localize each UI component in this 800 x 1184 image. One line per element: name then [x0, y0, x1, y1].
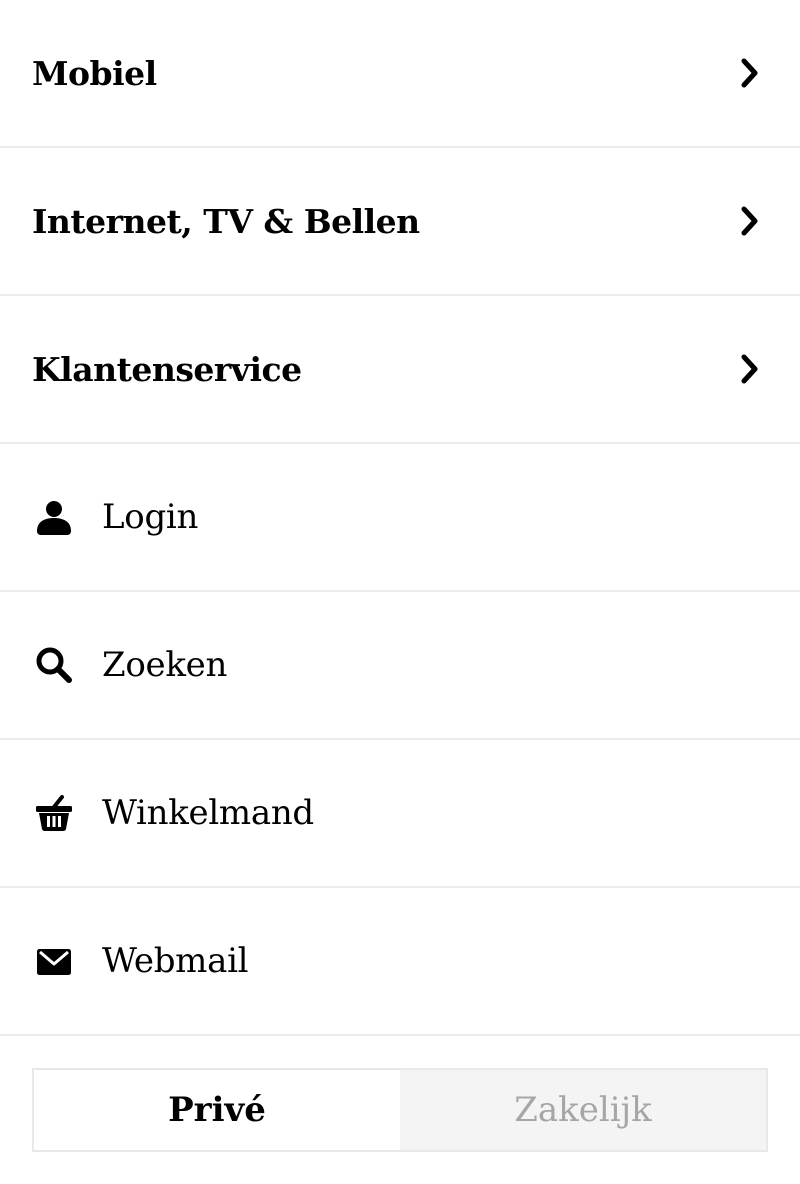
search-icon	[32, 643, 76, 687]
menu-item-login[interactable]: Login	[0, 444, 800, 592]
chevron-right-icon	[736, 351, 764, 387]
menu-item-internet-tv-bellen[interactable]: Internet, TV & Bellen	[0, 148, 800, 296]
menu-item-label: Winkelmand	[102, 793, 314, 833]
mail-icon	[32, 939, 76, 983]
basket-icon	[32, 791, 76, 835]
menu-item-label: Webmail	[102, 941, 249, 981]
menu-item-zoeken[interactable]: Zoeken	[0, 592, 800, 740]
menu-item-webmail[interactable]: Webmail	[0, 888, 800, 1036]
menu-item-mobiel[interactable]: Mobiel	[0, 0, 800, 148]
menu-item-label: Login	[102, 497, 199, 537]
mobile-menu: Mobiel Internet, TV & Bellen Klantenserv…	[0, 0, 800, 1036]
chevron-right-icon	[736, 203, 764, 239]
toggle-option-zakelijk[interactable]: Zakelijk	[400, 1070, 766, 1150]
chevron-right-icon	[736, 55, 764, 91]
menu-item-label: Internet, TV & Bellen	[32, 201, 420, 241]
toggle-option-prive[interactable]: Privé	[34, 1070, 400, 1150]
menu-item-label: Klantenservice	[32, 349, 302, 389]
menu-item-label: Mobiel	[32, 53, 157, 93]
prive-zakelijk-toggle: Privé Zakelijk	[32, 1068, 768, 1152]
menu-item-klantenservice[interactable]: Klantenservice	[0, 296, 800, 444]
user-icon	[32, 495, 76, 539]
menu-item-winkelmand[interactable]: Winkelmand	[0, 740, 800, 888]
menu-item-label: Zoeken	[102, 645, 228, 685]
